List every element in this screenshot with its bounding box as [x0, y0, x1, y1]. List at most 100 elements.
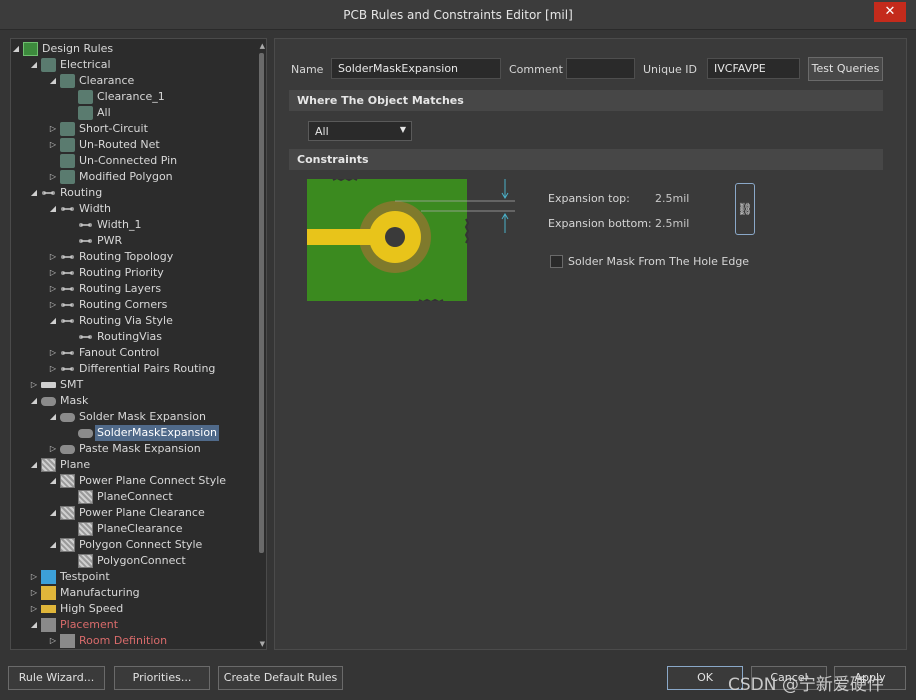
tree-item[interactable]: ▷ Manufacturing	[11, 585, 251, 601]
tree-item-label: Testpoint	[60, 570, 110, 583]
routing-icon	[78, 218, 93, 232]
collapse-arrow-icon[interactable]: ◢	[48, 537, 58, 553]
collapse-arrow-icon[interactable]: ◢	[48, 313, 58, 329]
expand-arrow-icon[interactable]: ▷	[48, 633, 58, 649]
dialog-body: ◢ Design Rules ◢ Electrical ◢ Clearance Cleara…	[0, 30, 916, 700]
routing-icon	[60, 314, 75, 328]
tree-item[interactable]: ▷ Routing Topology	[11, 249, 251, 265]
tree-item[interactable]: Clearance_1	[11, 89, 251, 105]
tree-item[interactable]: ▷ Routing Corners	[11, 297, 251, 313]
tree-item[interactable]: ◢ Width	[11, 201, 251, 217]
manufacturing-icon	[41, 586, 56, 600]
expansion-bottom-value[interactable]: 2.5mil	[655, 217, 689, 230]
rule-wizard-button[interactable]: Rule Wizard...	[8, 666, 105, 690]
collapse-arrow-icon[interactable]: ◢	[48, 73, 58, 89]
expand-arrow-icon[interactable]: ▷	[48, 121, 58, 137]
expand-arrow-icon[interactable]: ▷	[48, 345, 58, 361]
tree-item[interactable]: ◢ Power Plane Connect Style	[11, 473, 251, 489]
expand-arrow-icon[interactable]: ▷	[48, 137, 58, 153]
tree-item[interactable]: Width_1	[11, 217, 251, 233]
tree-item[interactable]: ◢ Polygon Connect Style	[11, 537, 251, 553]
collapse-arrow-icon[interactable]: ◢	[48, 505, 58, 521]
tree-item[interactable]: ▷ Testpoint	[11, 569, 251, 585]
tree-item[interactable]: ▷ High Speed	[11, 601, 251, 617]
tree-item[interactable]: PlaneClearance	[11, 521, 251, 537]
expand-arrow-icon[interactable]: ▷	[48, 361, 58, 377]
expand-arrow-icon[interactable]: ▷	[29, 601, 39, 617]
scroll-up-icon[interactable]: ▲	[260, 42, 265, 50]
expand-arrow-icon[interactable]: ▷	[48, 281, 58, 297]
unique-id-field[interactable]: IVCFAVPE	[707, 58, 800, 79]
name-field[interactable]: SolderMaskExpansion	[331, 58, 501, 79]
tree-item[interactable]: ▷ Routing Layers	[11, 281, 251, 297]
tree-item[interactable]: ◢ Clearance	[11, 73, 251, 89]
expand-arrow-icon[interactable]: ▷	[29, 377, 39, 393]
collapse-arrow-icon[interactable]: ◢	[48, 201, 58, 217]
tree-item[interactable]: ◢ Placement	[11, 617, 251, 633]
tree-scrollbar[interactable]	[259, 53, 264, 553]
expand-arrow-icon[interactable]: ▷	[48, 265, 58, 281]
tree-item-label: Differential Pairs Routing	[79, 362, 216, 375]
tree-item[interactable]: ▷ Paste Mask Expansion	[11, 441, 251, 457]
expand-arrow-icon[interactable]: ▷	[48, 169, 58, 185]
high-speed-icon	[41, 605, 56, 613]
collapse-arrow-icon[interactable]: ◢	[29, 617, 39, 633]
tree-item[interactable]: ▷ Short-Circuit	[11, 121, 251, 137]
tree-item[interactable]: ◢ Electrical	[11, 57, 251, 73]
tree-item[interactable]: ▷ Modified Polygon	[11, 169, 251, 185]
tree-item[interactable]: ◢ Routing	[11, 185, 251, 201]
create-default-rules-button[interactable]: Create Default Rules	[218, 666, 343, 690]
expand-arrow-icon[interactable]: ▷	[48, 441, 58, 457]
expand-arrow-icon[interactable]: ▷	[48, 297, 58, 313]
collapse-arrow-icon[interactable]: ◢	[48, 473, 58, 489]
routing-icon	[78, 330, 93, 344]
test-queries-button[interactable]: Test Queries	[808, 57, 883, 81]
tree-item[interactable]: ◢ Plane	[11, 457, 251, 473]
tree-item[interactable]: ▷ Room Definition	[11, 633, 251, 649]
expand-arrow-icon[interactable]: ▷	[48, 249, 58, 265]
tree-item-label: Un-Connected Pin	[79, 154, 178, 167]
expansion-top-label: Expansion top:	[548, 192, 630, 205]
tree-item-label: Polygon Connect Style	[79, 538, 203, 551]
tree-item[interactable]: RoutingVias	[11, 329, 251, 345]
collapse-arrow-icon[interactable]: ◢	[29, 457, 39, 473]
collapse-arrow-icon[interactable]: ◢	[29, 185, 39, 201]
close-button[interactable]: ✕	[874, 2, 906, 22]
tree-item[interactable]: All	[11, 105, 251, 121]
collapse-arrow-icon[interactable]: ◢	[48, 409, 58, 425]
expand-arrow-icon[interactable]: ▷	[29, 585, 39, 601]
tree-item[interactable]: ◢ Power Plane Clearance	[11, 505, 251, 521]
where-section-header: Where The Object Matches	[289, 90, 883, 111]
tree-item[interactable]: ▷ Routing Priority	[11, 265, 251, 281]
tree-item[interactable]: SolderMaskExpansion	[11, 425, 251, 441]
tree-item[interactable]: Un-Connected Pin	[11, 153, 251, 169]
collapse-arrow-icon[interactable]: ◢	[29, 393, 39, 409]
object-match-dropdown[interactable]: All ▼	[308, 121, 412, 141]
tree-item[interactable]: ◢ Routing Via Style	[11, 313, 251, 329]
tree-item[interactable]: ▷ Un-Routed Net	[11, 137, 251, 153]
tree-item[interactable]: ▷ Fanout Control	[11, 345, 251, 361]
hole-edge-checkbox[interactable]	[550, 255, 563, 268]
collapse-arrow-icon[interactable]: ◢	[11, 41, 21, 57]
comment-field[interactable]	[566, 58, 635, 79]
tree-item[interactable]: ◢ Mask	[11, 393, 251, 409]
tree-item[interactable]: ▷ Differential Pairs Routing	[11, 361, 251, 377]
expansion-top-value[interactable]: 2.5mil	[655, 192, 689, 205]
expand-arrow-icon[interactable]: ▷	[29, 569, 39, 585]
comment-label: Comment	[509, 63, 563, 76]
scroll-down-icon[interactable]: ▼	[260, 640, 265, 648]
priorities-button[interactable]: Priorities...	[114, 666, 210, 690]
rule-icon	[60, 74, 75, 88]
routing-icon	[60, 282, 75, 296]
tree-item[interactable]: PlaneConnect	[11, 489, 251, 505]
tree-item[interactable]: ◢ Design Rules	[11, 41, 251, 57]
tree-item-label: PlaneConnect	[97, 490, 173, 503]
link-toggle-button[interactable]: ⛓	[735, 183, 755, 235]
tree-item[interactable]: PWR	[11, 233, 251, 249]
tree-item[interactable]: ◢ Solder Mask Expansion	[11, 409, 251, 425]
tree-item[interactable]: PolygonConnect	[11, 553, 251, 569]
rules-tree[interactable]: ◢ Design Rules ◢ Electrical ◢ Clearance Cleara…	[10, 38, 267, 650]
collapse-arrow-icon[interactable]: ◢	[29, 57, 39, 73]
tree-item-label: Routing Layers	[79, 282, 162, 295]
tree-item[interactable]: ▷ SMT	[11, 377, 251, 393]
